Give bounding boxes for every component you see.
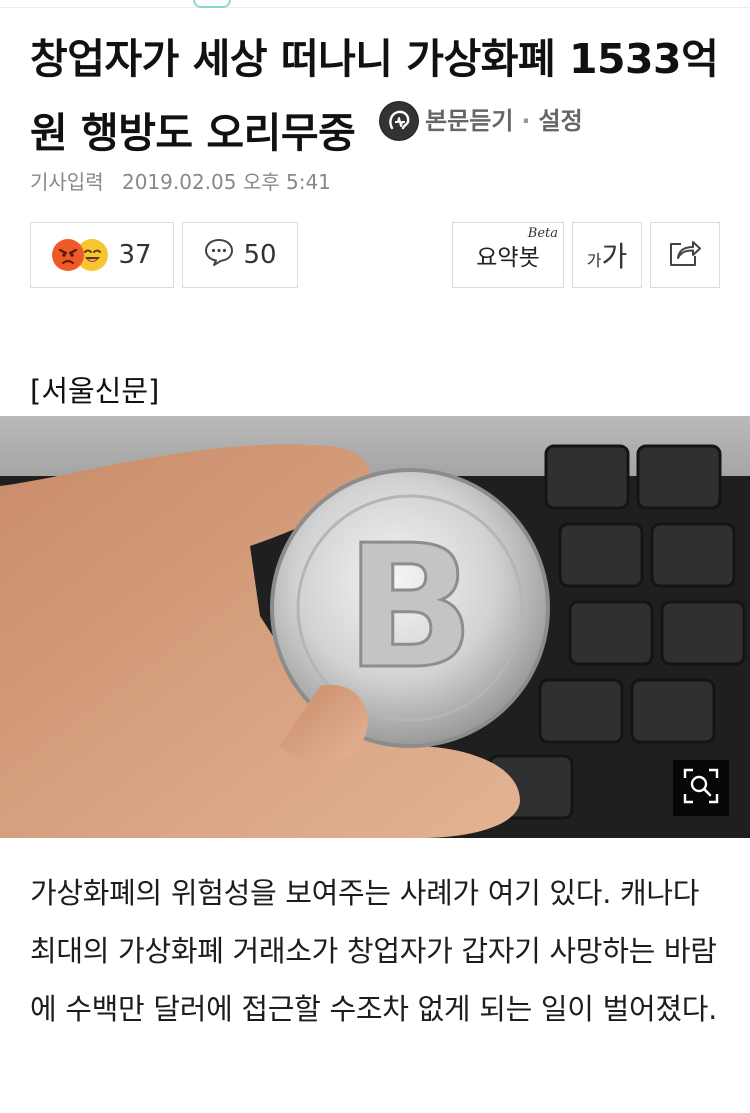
comment-count: 50	[243, 240, 277, 270]
comment-button[interactable]: 50	[182, 222, 298, 288]
settings-link[interactable]: 설정	[539, 90, 583, 152]
share-icon	[667, 236, 703, 275]
article-headline: 창업자가 세상 떠나니 가상화폐 1533억원 행방도 오리무중 본문듣기 · …	[30, 28, 730, 164]
zoom-icon	[681, 766, 721, 810]
font-small-glyph: 가	[586, 251, 602, 270]
summary-bot-button[interactable]: 요약봇 Beta	[452, 222, 564, 288]
share-button[interactable]	[650, 222, 720, 288]
reaction-count: 37	[118, 240, 152, 270]
font-size-button[interactable]: 가 가	[572, 222, 642, 288]
listen-icon[interactable]	[379, 101, 420, 141]
date-label: 기사입력	[30, 170, 104, 194]
summary-bot-label: 요약봇	[476, 245, 540, 271]
article-title: 창업자가 세상 떠나니 가상화폐 1533억원 행방도 오리무중	[30, 35, 719, 157]
article-meta: 기사입력 2019.02.05 오후 5:41	[30, 166, 331, 195]
article-photo[interactable]: B	[0, 416, 750, 838]
zoom-button[interactable]	[673, 760, 729, 816]
comment-icon	[203, 237, 235, 274]
top-tab-indicator	[193, 0, 231, 8]
font-big-glyph: 가	[601, 240, 628, 273]
angry-face-icon	[52, 239, 85, 271]
listen-controls: 본문듣기 · 설정	[379, 90, 583, 152]
top-divider	[0, 0, 750, 8]
news-source: [서울신문]	[30, 374, 160, 408]
svg-text:B: B	[345, 509, 475, 707]
beta-badge: Beta	[527, 226, 558, 241]
reaction-button[interactable]: 37	[30, 222, 174, 288]
listen-separator: ·	[521, 107, 531, 135]
article-body: 가상화폐의 위험성을 보여주는 사례가 여기 있다. 캐나다 최대의 가상화폐 …	[30, 876, 718, 1026]
date-value: 2019.02.05 오후 5:41	[121, 170, 331, 194]
listen-button[interactable]: 본문듣기	[425, 90, 513, 152]
